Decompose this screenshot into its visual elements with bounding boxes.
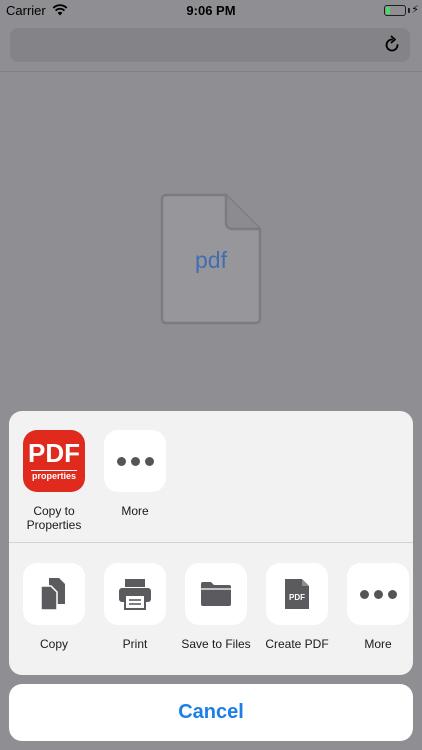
folder-icon[interactable] xyxy=(185,563,247,625)
nav-bar xyxy=(0,22,422,72)
pdf-properties-app-icon[interactable]: PDF properties xyxy=(23,430,85,492)
share-app-label: More xyxy=(121,504,149,518)
share-app-more[interactable]: More xyxy=(96,430,174,518)
more-dots xyxy=(359,589,397,599)
share-actions-row: Copy Print Save to Files PDF Create PDF … xyxy=(9,544,413,675)
pdf-app-logo-subtext: properties xyxy=(31,470,76,481)
action-more[interactable]: More xyxy=(339,563,413,651)
action-create-pdf[interactable]: PDF Create PDF xyxy=(258,563,336,651)
share-sheet: PDF properties Copy to Properties More C… xyxy=(9,411,413,675)
print-icon-glyph xyxy=(119,579,151,610)
folder-icon-glyph xyxy=(201,582,231,606)
pdf-file-label: pdf xyxy=(195,247,227,273)
battery-icon xyxy=(384,5,406,16)
create-pdf-icon-glyph: PDF xyxy=(285,579,309,609)
copy-icon[interactable] xyxy=(23,563,85,625)
charging-icon: ⚡︎ xyxy=(411,4,419,16)
action-label: Print xyxy=(122,637,148,651)
print-icon[interactable] xyxy=(104,563,166,625)
reload-icon[interactable] xyxy=(382,35,402,55)
action-label: Create PDF xyxy=(265,637,329,651)
share-apps-row: PDF properties Copy to Properties More xyxy=(9,411,413,543)
create-pdf-icon-text: PDF xyxy=(289,593,305,602)
action-label: Copy xyxy=(39,637,68,651)
pdf-app-logo-rule xyxy=(31,470,77,471)
create-pdf-icon[interactable]: PDF xyxy=(266,563,328,625)
cancel-button[interactable]: Cancel xyxy=(9,684,413,741)
action-save-to-files[interactable]: Save to Files xyxy=(177,563,255,651)
action-print[interactable]: Print xyxy=(96,563,174,651)
pdf-app-logo-text: PDF xyxy=(28,437,80,468)
more-icon[interactable] xyxy=(104,430,166,492)
copy-icon-glyph xyxy=(40,578,65,611)
share-app-copy-to-properties[interactable]: PDF properties Copy to Properties xyxy=(15,430,93,532)
share-app-label: Copy to Properties xyxy=(26,504,82,532)
action-copy[interactable]: Copy xyxy=(15,563,93,651)
more-icon[interactable] xyxy=(347,563,409,625)
action-label: More xyxy=(364,637,392,651)
battery-cap xyxy=(408,8,410,13)
status-bar: Carrier 9:06 PM ⚡︎ xyxy=(0,0,422,22)
battery-level xyxy=(386,7,391,14)
url-field[interactable] xyxy=(10,28,410,62)
more-dots xyxy=(116,456,154,466)
status-time: 9:06 PM xyxy=(186,3,236,18)
action-label: Save to Files xyxy=(181,637,251,651)
